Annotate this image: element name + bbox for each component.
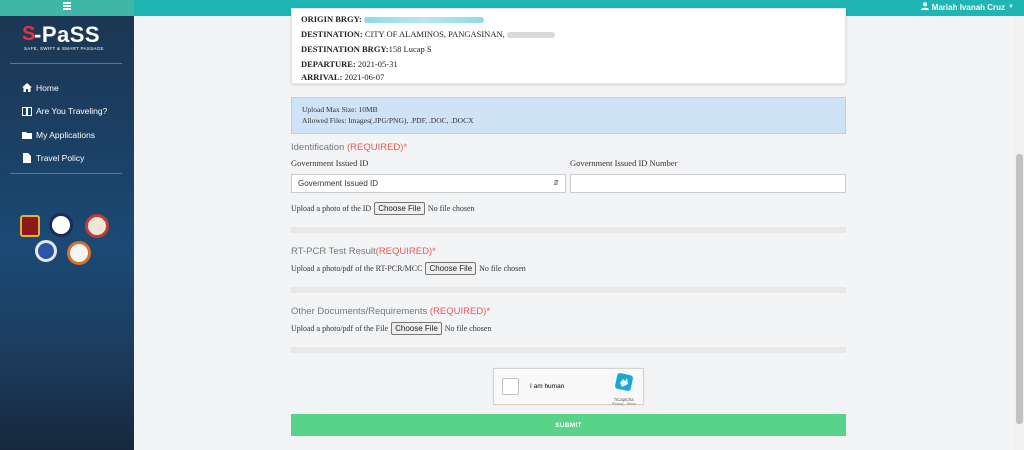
redacted-text xyxy=(506,32,555,39)
other-docs-upload-label: Upload a photo/pdf of the File xyxy=(291,324,389,333)
sidebar-divider xyxy=(10,63,122,64)
section-title: RT-PCR Test Result xyxy=(291,246,376,257)
book-icon xyxy=(20,106,34,116)
rtpcr-file-status: No file chosen xyxy=(479,264,526,273)
agency-seals xyxy=(18,212,118,272)
scrollbar-thumb[interactable] xyxy=(1016,154,1023,424)
captcha-checkbox[interactable] xyxy=(502,378,519,395)
dilg-seal-icon xyxy=(85,214,109,238)
app-logo[interactable]: S -PaSS SAFE, SWIFT & SMART PASSAGE xyxy=(22,22,114,56)
sidebar-item-label: Home xyxy=(36,82,59,93)
destination-row: DESTINATION: CITY OF ALAMINOS, PANGASINA… xyxy=(301,29,555,39)
required-marker: (REQUIRED)* xyxy=(375,246,436,257)
id-upload-label: Upload a photo of the ID xyxy=(291,204,372,213)
hamburger-icon xyxy=(63,2,71,10)
user-menu[interactable]: Mariah Ivanah Cruz ▼ xyxy=(920,2,1014,12)
logo-text: -PaSS xyxy=(34,22,101,47)
captcha-privacy-terms-link[interactable]: Privacy - Terms xyxy=(609,402,639,406)
rtpcr-heading: RT-PCR Test Result(REQUIRED)* xyxy=(291,246,436,257)
sidebar-divider xyxy=(10,173,122,174)
hcaptcha-logo-icon xyxy=(615,373,633,391)
pnp-seal-icon xyxy=(20,215,40,237)
sidebar-item-label: Are You Traveling? xyxy=(36,106,108,117)
dict-seal-icon xyxy=(49,213,73,237)
other-documents-heading: Other Documents/Requirements (REQUIRED)* xyxy=(291,306,490,317)
sidebar-toggle-button[interactable] xyxy=(0,0,134,16)
government-id-number-label: Government Issued ID Number xyxy=(570,158,678,168)
upload-info-alert: Upload Max Size: 10MB Allowed Files: Ima… xyxy=(291,97,846,134)
destination-brgy-value: 158 Lucap S xyxy=(388,44,432,54)
id-choose-file-button[interactable]: Choose File xyxy=(374,202,425,215)
section-separator xyxy=(291,347,846,353)
sidebar-item-label: My Applications xyxy=(36,129,96,140)
sidebar-item-my-applications[interactable]: My Applications xyxy=(20,123,107,147)
redacted-text xyxy=(363,17,484,24)
sidebar: S -PaSS SAFE, SWIFT & SMART PASSAGE Home… xyxy=(0,0,134,450)
government-id-label: Government Issued ID xyxy=(291,158,369,168)
upload-max-size: Upload Max Size: 10MB xyxy=(302,105,378,114)
sidebar-item-travel-policy[interactable]: Travel Policy xyxy=(20,147,107,171)
logo-tagline: SAFE, SWIFT & SMART PASSAGE xyxy=(24,46,104,51)
brgy-seal-icon xyxy=(67,241,91,265)
sidebar-item-are-you-traveling[interactable]: Are You Traveling? xyxy=(20,100,107,124)
destination-value: CITY OF ALAMINOS, PANGASINAN, xyxy=(364,29,505,39)
submit-button[interactable]: SUBMIT xyxy=(291,414,846,436)
folder-icon xyxy=(20,131,34,139)
required-marker: (REQUIRED)* xyxy=(346,142,408,153)
home-icon xyxy=(20,83,34,93)
required-marker: (REQUIRED)* xyxy=(429,306,491,317)
rtpcr-upload-label: Upload a photo/pdf of the RT-PCR/MCC xyxy=(291,264,423,273)
user-name: Mariah Ivanah Cruz xyxy=(931,2,1006,12)
user-icon xyxy=(920,2,929,12)
id-upload-row: Upload a photo of the ID Choose File No … xyxy=(291,202,475,215)
hcaptcha-widget: I am human hCaptcha Privacy - Terms xyxy=(493,368,644,406)
origin-brgy-label: ORIGIN BRGY: xyxy=(301,14,362,24)
logo-mark: S xyxy=(22,23,36,45)
other-docs-choose-file-button[interactable]: Choose File xyxy=(391,322,442,335)
rtpcr-choose-file-button[interactable]: Choose File xyxy=(425,262,477,275)
identification-heading: Identification (REQUIRED)* xyxy=(291,142,407,153)
travel-summary-card: ORIGIN BRGY: DESTINATION: CITY OF ALAMIN… xyxy=(291,8,846,84)
departure-value: 2021-05-31 xyxy=(357,59,398,69)
ocd-seal-icon xyxy=(35,240,57,262)
caret-down-icon: ▼ xyxy=(1008,4,1014,10)
upload-allowed-files: Allowed Files: Images(.JPG/PNG), .PDF, .… xyxy=(302,116,474,125)
government-id-number-input[interactable] xyxy=(570,174,846,193)
select-value: Government Issued ID xyxy=(298,179,379,188)
departure-label: DEPARTURE: xyxy=(301,59,356,69)
arrival-value: 2021-06-07 xyxy=(344,72,385,82)
rtpcr-upload-row: Upload a photo/pdf of the RT-PCR/MCC Cho… xyxy=(291,262,526,275)
other-docs-file-status: No file chosen xyxy=(444,324,492,333)
captcha-label: I am human xyxy=(530,383,565,390)
departure-row: DEPARTURE: 2021-05-31 xyxy=(301,59,398,69)
section-title: Identification xyxy=(291,142,345,153)
select-arrows-icon: ⇵ xyxy=(553,180,559,187)
captcha-branding: hCaptcha Privacy - Terms xyxy=(609,372,639,406)
sidebar-item-home[interactable]: Home xyxy=(20,76,107,100)
document-icon xyxy=(20,153,34,164)
id-file-status: No file chosen xyxy=(427,204,475,213)
government-id-select[interactable]: Government Issued ID ⇵ xyxy=(291,174,566,193)
other-docs-upload-row: Upload a photo/pdf of the File Choose Fi… xyxy=(291,322,491,335)
arrival-label: ARRIVAL: xyxy=(301,72,343,82)
sidebar-item-label: Travel Policy xyxy=(36,153,85,164)
destination-label: DESTINATION: xyxy=(301,29,363,39)
destination-brgy-row: DESTINATION BRGY:158 Lucap S xyxy=(301,44,432,54)
section-separator xyxy=(291,227,846,233)
arrival-row: ARRIVAL: 2021-06-07 xyxy=(301,72,384,82)
origin-brgy-row: ORIGIN BRGY: xyxy=(301,14,484,24)
destination-brgy-label: DESTINATION BRGY: xyxy=(301,44,389,54)
sidebar-nav: Home Are You Traveling? My Applications … xyxy=(20,76,107,170)
section-separator xyxy=(291,287,846,293)
section-title: Other Documents/Requirements xyxy=(291,306,428,317)
page-scrollbar[interactable] xyxy=(1014,16,1024,450)
